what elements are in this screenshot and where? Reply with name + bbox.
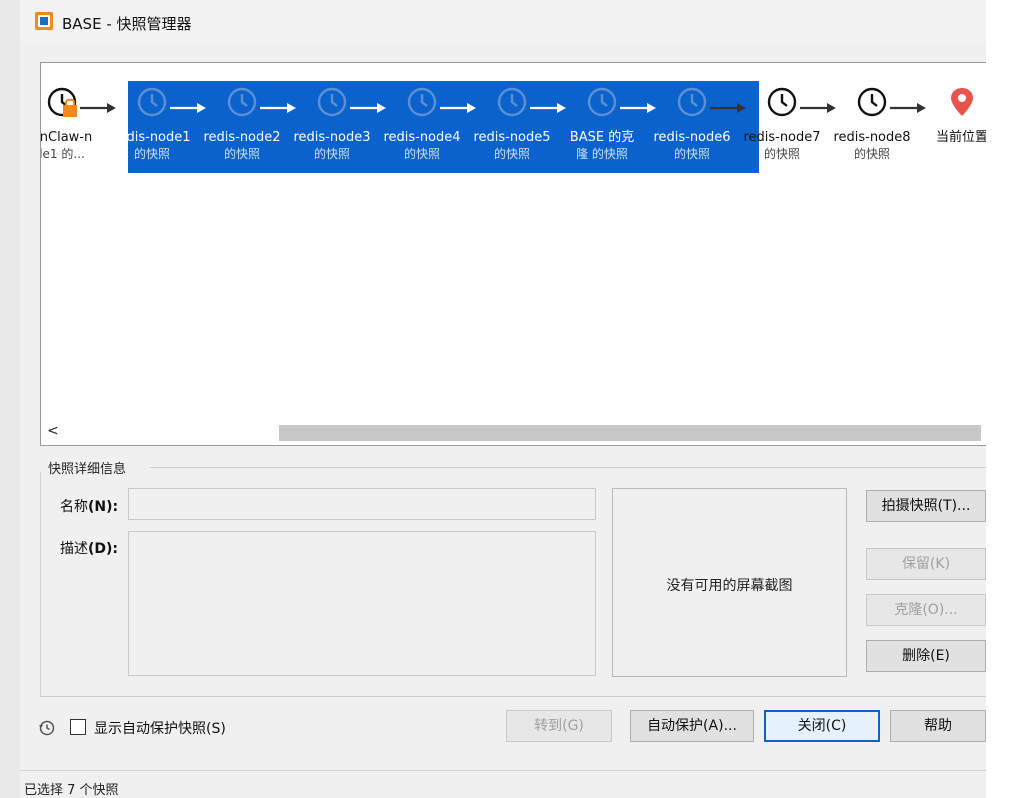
snapshot-name: redis-node7 (743, 130, 821, 145)
clock-icon (137, 87, 167, 117)
snapshot-node[interactable]: redis-node4 的快照 (377, 81, 467, 173)
clock-icon (677, 87, 707, 117)
snapshot-subtitle: 的快照 (853, 147, 890, 161)
snapshot-name: redis-node2 (203, 130, 281, 145)
description-textarea[interactable] (128, 531, 596, 676)
snapshot-node-label: redis-node6 的快照 (641, 129, 743, 163)
snapshot-name: enClaw-n (40, 130, 93, 145)
clock-icon (317, 87, 347, 117)
show-autoprotect-label[interactable]: 显示自动保护快照(S) (94, 718, 226, 738)
snapshot-manager-window: BASE - 快照管理器 enClaw-nle1 的...redis-node1… (20, 0, 987, 798)
app-icon (35, 12, 53, 30)
clock-icon (227, 87, 257, 117)
status-divider (20, 770, 986, 771)
snapshot-node[interactable]: redis-node3 的快照 (287, 81, 377, 173)
snapshot-node-label: redis-node5 的快照 (461, 129, 563, 163)
no-screenshot-text: 没有可用的屏幕截图 (666, 578, 793, 594)
clock-icon (407, 87, 437, 117)
snapshot-subtitle: 的快照 (493, 147, 530, 161)
description-label: 描述(D): (60, 541, 119, 557)
snapshot-node[interactable]: enClaw-nle1 的... (40, 81, 107, 173)
clock-lock-icon (47, 87, 77, 117)
clock-icon (857, 87, 887, 117)
snapshot-subtitle: 的快照 (313, 147, 350, 161)
scroll-left-arrow[interactable]: < (47, 423, 59, 439)
status-text: 已选择 7 个快照 (24, 783, 119, 798)
title-bar: BASE - 快照管理器 (20, 0, 986, 46)
location-pin-icon (951, 88, 973, 116)
snapshot-name: redis-node5 (473, 130, 551, 145)
clock-icon (497, 87, 527, 117)
snapshot-node[interactable]: 当前位置 (917, 81, 987, 173)
left-edge-strip (0, 0, 20, 798)
snapshot-node-label: redis-node2 的快照 (191, 129, 293, 163)
take-snapshot-button[interactable]: 拍摄快照(T)... (866, 490, 986, 522)
snapshot-name: redis-node1 (113, 130, 191, 145)
snapshot-node-label: redis-node1 的快照 (101, 129, 203, 163)
snapshot-node[interactable]: redis-node8 的快照 (827, 81, 917, 173)
snapshot-subtitle: 隆 的快照 (576, 147, 628, 161)
clock-icon (767, 87, 797, 117)
show-autoprotect-checkbox[interactable] (70, 719, 86, 735)
name-input[interactable] (128, 488, 596, 520)
delete-button[interactable]: 删除(E) (866, 640, 986, 672)
group-divider (150, 467, 986, 468)
snapshot-node[interactable]: BASE 的克隆 的快照 (557, 81, 647, 173)
goto-button[interactable]: 转到(G) (506, 710, 612, 742)
history-icon (39, 720, 55, 736)
snapshot-name: redis-node8 (833, 130, 911, 145)
snapshot-node-label: 当前位置 (911, 129, 987, 146)
scroll-thumb[interactable] (279, 425, 981, 441)
snapshot-node-label: BASE 的克隆 的快照 (551, 129, 653, 163)
clock-icon (587, 87, 617, 117)
snapshot-node-label: redis-node4 的快照 (371, 129, 473, 163)
snapshot-node[interactable]: redis-node7 的快照 (737, 81, 827, 173)
snapshot-subtitle: 的快照 (403, 147, 440, 161)
snapshot-node[interactable]: redis-node2 的快照 (197, 81, 287, 173)
horizontal-scrollbar[interactable]: < (41, 421, 987, 443)
snapshot-name: 当前位置 (935, 130, 987, 145)
snapshot-subtitle: 的快照 (673, 147, 710, 161)
snapshot-node[interactable]: redis-node6 的快照 (647, 81, 737, 173)
snapshot-node-label: redis-node3 的快照 (281, 129, 383, 163)
snapshot-name: BASE 的克 (569, 130, 635, 145)
autoprotect-button[interactable]: 自动保护(A)... (630, 710, 754, 742)
snapshot-node[interactable]: redis-node5 的快照 (467, 81, 557, 173)
snapshot-name: redis-node4 (383, 130, 461, 145)
snapshot-subtitle: 的快照 (223, 147, 260, 161)
right-edge-strip (986, 0, 1009, 798)
keep-button[interactable]: 保留(K) (866, 548, 986, 580)
close-button[interactable]: 关闭(C) (764, 710, 880, 742)
snapshot-subtitle: 的快照 (763, 147, 800, 161)
snapshot-tree-panel[interactable]: enClaw-nle1 的...redis-node1的快照redis-node… (40, 62, 987, 446)
snapshot-subtitle: 的快照 (133, 147, 170, 161)
clone-button[interactable]: 克隆(O)... (866, 594, 986, 626)
window-title: BASE - 快照管理器 (62, 15, 192, 33)
snapshot-node[interactable]: redis-node1 的快照 (107, 81, 197, 173)
screenshot-preview: 没有可用的屏幕截图 (612, 488, 847, 677)
name-label: 名称(N): (60, 499, 119, 515)
help-button[interactable]: 帮助 (890, 710, 986, 742)
snapshot-name: redis-node3 (293, 130, 371, 145)
snapshot-node-label: redis-node7 的快照 (731, 129, 833, 163)
snapshot-node-label: redis-node8 的快照 (821, 129, 923, 163)
snapshot-name: redis-node6 (653, 130, 731, 145)
